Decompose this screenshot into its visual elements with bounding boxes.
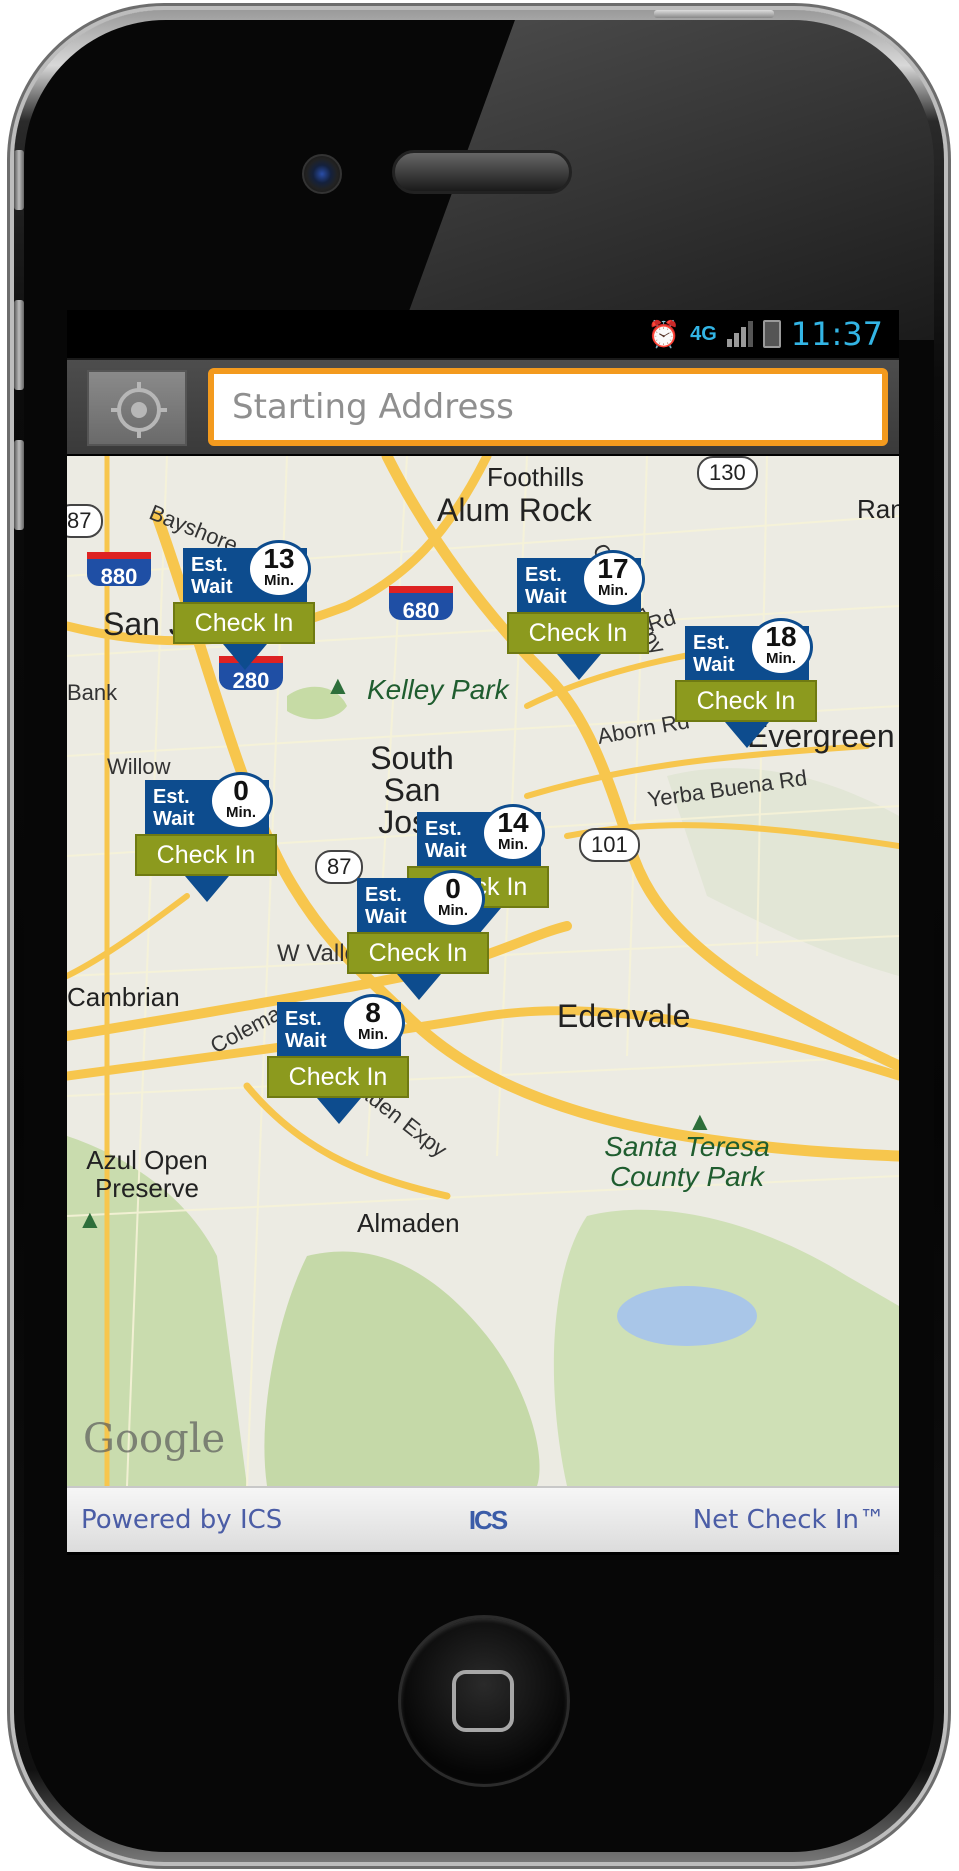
park-tree-icon: ▲	[687, 1106, 713, 1136]
wait-minutes: 13	[263, 543, 295, 574]
minutes-unit: Min.	[438, 902, 468, 919]
est-label: Est.	[153, 786, 190, 808]
check-in-button[interactable]: Check In	[135, 834, 277, 876]
wait-marker[interactable]: Est. Wait 18 Min. Check In	[675, 618, 817, 748]
map-view[interactable]: Foothills Alum Rock San Jose Kelley Park…	[67, 456, 899, 1486]
est-label: Est.	[693, 632, 730, 654]
est-label: Est.	[365, 884, 402, 906]
power-button	[654, 10, 774, 18]
google-attribution: Google	[83, 1416, 226, 1462]
wait-time-badge: 17 Min.	[581, 550, 645, 608]
wait-marker[interactable]: Est. Wait 0 Min. Check In	[135, 772, 277, 902]
est-label: Est.	[285, 1008, 322, 1030]
minutes-unit: Min.	[498, 836, 528, 853]
marker-pointer	[223, 644, 267, 670]
home-button-icon	[452, 1670, 514, 1732]
signal-strength-icon	[726, 321, 753, 347]
wait-marker[interactable]: Est. Wait 0 Min. Check In	[347, 870, 489, 1000]
search-toolbar	[67, 358, 899, 454]
check-in-button[interactable]: Check In	[675, 680, 817, 722]
interstate-680-shield: 680	[389, 586, 453, 623]
starting-address-input[interactable]	[208, 368, 888, 446]
route-101-shield: 101	[579, 828, 640, 862]
road-label-bank: Bank	[67, 680, 118, 705]
check-in-button[interactable]: Check In	[347, 932, 489, 974]
status-bar: ⏰ 4G 11:37	[545, 310, 899, 358]
crosshair-locate-icon	[111, 382, 167, 438]
map-label-azul-open-preserve: Azul Open Preserve	[86, 1145, 208, 1203]
map-label-kelley-park: Kelley Park	[367, 674, 509, 705]
battery-icon	[762, 320, 781, 348]
marker-pointer	[557, 654, 601, 680]
earpiece-speaker	[392, 150, 572, 194]
minutes-unit: Min.	[226, 804, 256, 821]
check-in-button[interactable]: Check In	[507, 612, 649, 654]
alarm-clock-icon: ⏰	[647, 318, 681, 349]
wait-minutes: 8	[365, 997, 381, 1028]
marker-pointer	[317, 1098, 361, 1124]
route-130-shield: 130	[697, 456, 758, 490]
mute-switch	[14, 150, 24, 210]
map-label-foothills: Foothills	[487, 462, 584, 492]
network-type: 4G	[690, 322, 717, 345]
front-camera	[302, 154, 342, 194]
minutes-unit: Min.	[358, 1026, 388, 1043]
minutes-unit: Min.	[264, 572, 294, 589]
wait-marker[interactable]: Est. Wait 13 Min. Check In	[173, 540, 315, 670]
map-label-rancho: Rancho	[857, 494, 899, 524]
volume-up-button	[14, 300, 24, 390]
check-in-button[interactable]: Check In	[173, 602, 315, 644]
marker-pointer	[725, 722, 769, 748]
map-label-alum-rock: Alum Rock	[437, 492, 592, 528]
park-tree-icon: ▲	[325, 670, 351, 700]
wait-time-badge: 14 Min.	[481, 804, 545, 862]
route-87-shield-north: 87	[67, 504, 104, 538]
wait-marker[interactable]: Est. Wait 17 Min. Check In	[507, 550, 649, 680]
wait-time-badge: 0 Min.	[209, 772, 273, 830]
ics-logo: ICS	[468, 1504, 508, 1535]
map-label-santa-teresa-county-park: Santa Teresa County Park	[604, 1131, 770, 1192]
wait-minutes: 14	[497, 807, 529, 838]
app-footer: Powered by ICS ICS Net Check In™	[67, 1486, 899, 1552]
marker-pointer	[185, 876, 229, 902]
map-label-almaden: Almaden	[357, 1208, 460, 1238]
check-in-button[interactable]: Check In	[267, 1056, 409, 1098]
minutes-unit: Min.	[598, 582, 628, 599]
park-tree-icon: ▲	[77, 1204, 103, 1234]
map-label-cambrian: Cambrian	[67, 982, 180, 1012]
status-time: 11:37	[790, 315, 883, 353]
net-check-in-brand: Net Check In™	[692, 1505, 885, 1535]
my-location-button[interactable]	[87, 370, 187, 446]
volume-down-button	[14, 440, 24, 530]
wait-time-badge: 8 Min.	[341, 994, 405, 1052]
est-label: Est.	[425, 818, 462, 840]
wait-time-badge: 13 Min.	[247, 540, 311, 598]
wait-time-badge: 18 Min.	[749, 618, 813, 676]
wait-minutes: 18	[765, 621, 797, 652]
powered-by-link[interactable]: Powered by ICS	[81, 1505, 282, 1535]
est-label: Est.	[191, 554, 228, 576]
wait-minutes: 17	[597, 553, 629, 584]
wait-time-badge: 0 Min.	[421, 870, 485, 928]
minutes-unit: Min.	[766, 650, 796, 667]
est-label: Est.	[525, 564, 562, 586]
wait-minutes: 0	[233, 775, 249, 806]
wait-marker[interactable]: Est. Wait 8 Min. Check In	[267, 994, 409, 1124]
phone-screen: ⏰ 4G 11:37 Starting Address Foothills Al…	[67, 310, 899, 1555]
wait-minutes: 0	[445, 873, 461, 904]
interstate-880-shield: 880	[87, 552, 151, 589]
map-label-edenvale: Edenvale	[557, 998, 691, 1034]
